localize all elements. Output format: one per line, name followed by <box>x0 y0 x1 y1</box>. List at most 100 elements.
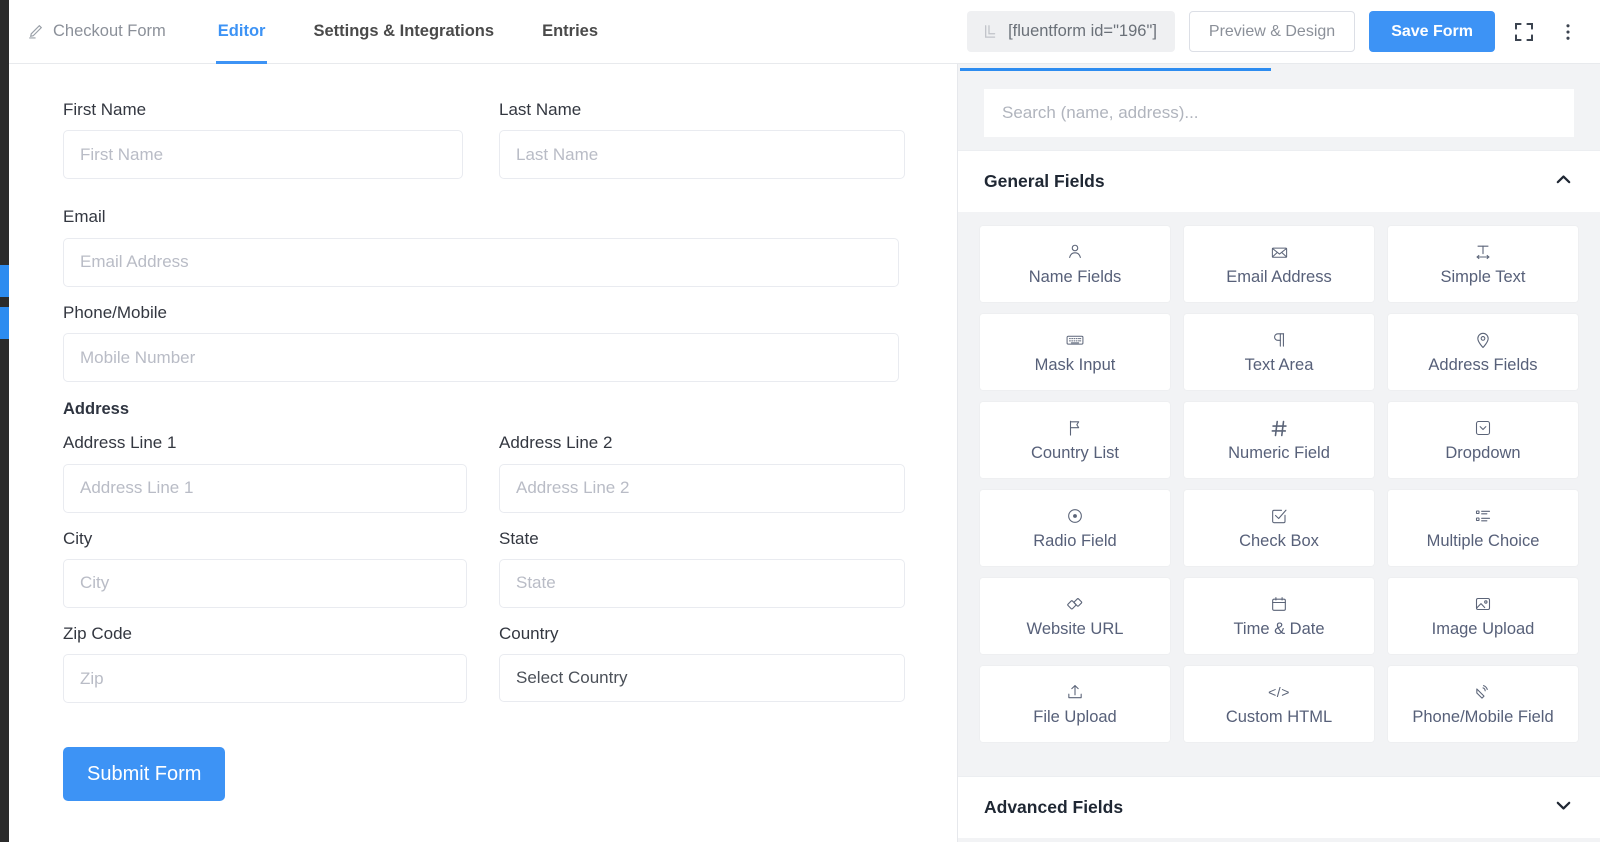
link-diamond-icon <box>1065 594 1085 614</box>
list-icon <box>1473 506 1493 526</box>
scrollbar-thumb-upper[interactable] <box>0 265 9 297</box>
zip-code-label: Zip Code <box>63 624 469 644</box>
field-card-multiple-choice[interactable]: Multiple Choice <box>1388 490 1578 566</box>
email-input[interactable]: Email Address <box>63 238 899 287</box>
search-input[interactable] <box>984 89 1574 137</box>
field-last-name: Last Name Last Name <box>499 100 905 179</box>
tab-editor[interactable]: Editor <box>194 0 290 64</box>
field-card-mask-input[interactable]: Mask Input <box>980 314 1170 390</box>
field-card-label: Name Fields <box>1029 269 1122 286</box>
address-line-2-label: Address Line 2 <box>499 433 905 453</box>
field-address-line-1: Address Line 1 Address Line 1 <box>63 433 469 512</box>
preview-design-button[interactable]: Preview & Design <box>1189 11 1355 52</box>
city-state-row: City City State State <box>63 529 905 624</box>
hash-icon <box>1269 418 1290 438</box>
keyboard-icon <box>1065 330 1085 350</box>
column-gap <box>469 624 499 719</box>
tab-editor-label: Editor <box>218 22 266 41</box>
field-card-image-upload[interactable]: Image Upload <box>1388 578 1578 654</box>
state-label: State <box>499 529 905 549</box>
field-card-label: File Upload <box>1033 709 1116 726</box>
code-icon: </> <box>1268 682 1290 702</box>
first-name-label: First Name <box>63 100 469 120</box>
tab-entries[interactable]: Entries <box>518 0 622 64</box>
field-card-country-list[interactable]: Country List <box>980 402 1170 478</box>
kebab-menu-icon[interactable] <box>1553 17 1583 47</box>
state-input[interactable]: State <box>499 559 905 608</box>
field-card-label: Website URL <box>1027 621 1124 638</box>
field-card-label: Radio Field <box>1033 533 1116 550</box>
field-address-line-2: Address Line 2 Address Line 2 <box>499 433 905 512</box>
calendar-icon <box>1269 594 1289 614</box>
field-card-email-address[interactable]: Email Address <box>1184 226 1374 302</box>
field-card-text-area[interactable]: Text Area <box>1184 314 1374 390</box>
field-card-simple-text[interactable]: Simple Text <box>1388 226 1578 302</box>
checkout-form-preview: First Name First Name Last Name Last Nam… <box>9 64 957 801</box>
accordion-advanced-fields[interactable]: Advanced Fields <box>958 776 1600 838</box>
top-actions: [fluentform id="196"] Preview & Design S… <box>967 11 1600 52</box>
field-card-label: Custom HTML <box>1226 709 1332 726</box>
field-phone-mobile: Phone/Mobile Mobile Number <box>63 303 905 382</box>
field-card-radio-field[interactable]: Radio Field <box>980 490 1170 566</box>
field-card-check-box[interactable]: Check Box <box>1184 490 1374 566</box>
address-line-1-input[interactable]: Address Line 1 <box>63 464 467 513</box>
fullscreen-icon[interactable] <box>1509 17 1539 47</box>
general-fields-title: General Fields <box>984 171 1105 192</box>
field-card-website-url[interactable]: Website URL <box>980 578 1170 654</box>
field-card-time-date[interactable]: Time & Date <box>1184 578 1374 654</box>
page-scrollbar[interactable] <box>0 0 9 842</box>
last-name-input[interactable]: Last Name <box>499 130 905 179</box>
field-card-name-fields[interactable]: Name Fields <box>980 226 1170 302</box>
chevron-down-icon[interactable] <box>1553 795 1574 821</box>
country-label: Country <box>499 624 905 644</box>
zip-country-row: Zip Code Zip Country Select Country <box>63 624 905 719</box>
form-editor-canvas: First Name First Name Last Name Last Nam… <box>9 64 958 842</box>
field-card-phone-mobile-field[interactable]: Phone/Mobile Field <box>1388 666 1578 742</box>
field-card-label: Mask Input <box>1035 357 1116 374</box>
tab-settings-integrations-label: Settings & Integrations <box>313 22 494 41</box>
form-name-label: Checkout Form <box>53 22 166 41</box>
address-section-title: Address <box>63 400 905 419</box>
copy-shortcode-icon <box>981 23 998 40</box>
field-library-panel: General Fields Name Fields <box>958 64 1600 842</box>
zip-code-input[interactable]: Zip <box>63 654 467 703</box>
field-card-custom-html[interactable]: </> Custom HTML <box>1184 666 1374 742</box>
text-width-icon <box>1473 242 1493 262</box>
checkbox-check-icon <box>1269 506 1289 526</box>
shortcode-field[interactable]: [fluentform id="196"] <box>967 11 1175 52</box>
paragraph-icon <box>1269 330 1289 350</box>
country-select[interactable]: Select Country <box>499 654 905 702</box>
scrollbar-thumb-lower[interactable] <box>0 307 9 339</box>
address-line-row: Address Line 1 Address Line 1 Address Li… <box>63 433 905 528</box>
email-label: Email <box>63 207 905 227</box>
chevron-up-icon[interactable] <box>1553 169 1574 195</box>
field-card-label: Numeric Field <box>1228 445 1330 462</box>
field-state: State State <box>499 529 905 608</box>
field-card-label: Country List <box>1031 445 1119 462</box>
city-input[interactable]: City <box>63 559 467 608</box>
shortcode-text: [fluentform id="196"] <box>1008 22 1157 41</box>
image-icon <box>1473 594 1493 614</box>
phone-signal-icon <box>1473 682 1493 702</box>
first-name-input[interactable]: First Name <box>63 130 463 179</box>
field-card-numeric-field[interactable]: Numeric Field <box>1184 402 1374 478</box>
submit-form-button[interactable]: Submit Form <box>63 747 225 801</box>
advanced-fields-title: Advanced Fields <box>984 797 1123 818</box>
field-card-label: Simple Text <box>1441 269 1526 286</box>
field-card-dropdown[interactable]: Dropdown <box>1388 402 1578 478</box>
field-zip-code: Zip Code Zip <box>63 624 469 703</box>
general-fields-grid-wrap: Name Fields Email Address <box>958 212 1600 776</box>
address-line-2-input[interactable]: Address Line 2 <box>499 464 905 513</box>
field-card-address-fields[interactable]: Address Fields <box>1388 314 1578 390</box>
form-name-tab[interactable]: Checkout Form <box>23 0 194 64</box>
tab-settings-integrations[interactable]: Settings & Integrations <box>289 0 518 64</box>
user-icon <box>1065 242 1085 262</box>
top-toolbar: Checkout Form Editor Settings & Integrat… <box>9 0 1600 64</box>
accordion-general-fields[interactable]: General Fields <box>958 150 1600 212</box>
field-card-file-upload[interactable]: File Upload <box>980 666 1170 742</box>
save-form-button[interactable]: Save Form <box>1369 11 1495 52</box>
column-gap <box>469 433 499 528</box>
phone-mobile-input[interactable]: Mobile Number <box>63 333 899 382</box>
field-email: Email Email Address <box>63 207 905 286</box>
field-search-wrap <box>958 71 1600 157</box>
